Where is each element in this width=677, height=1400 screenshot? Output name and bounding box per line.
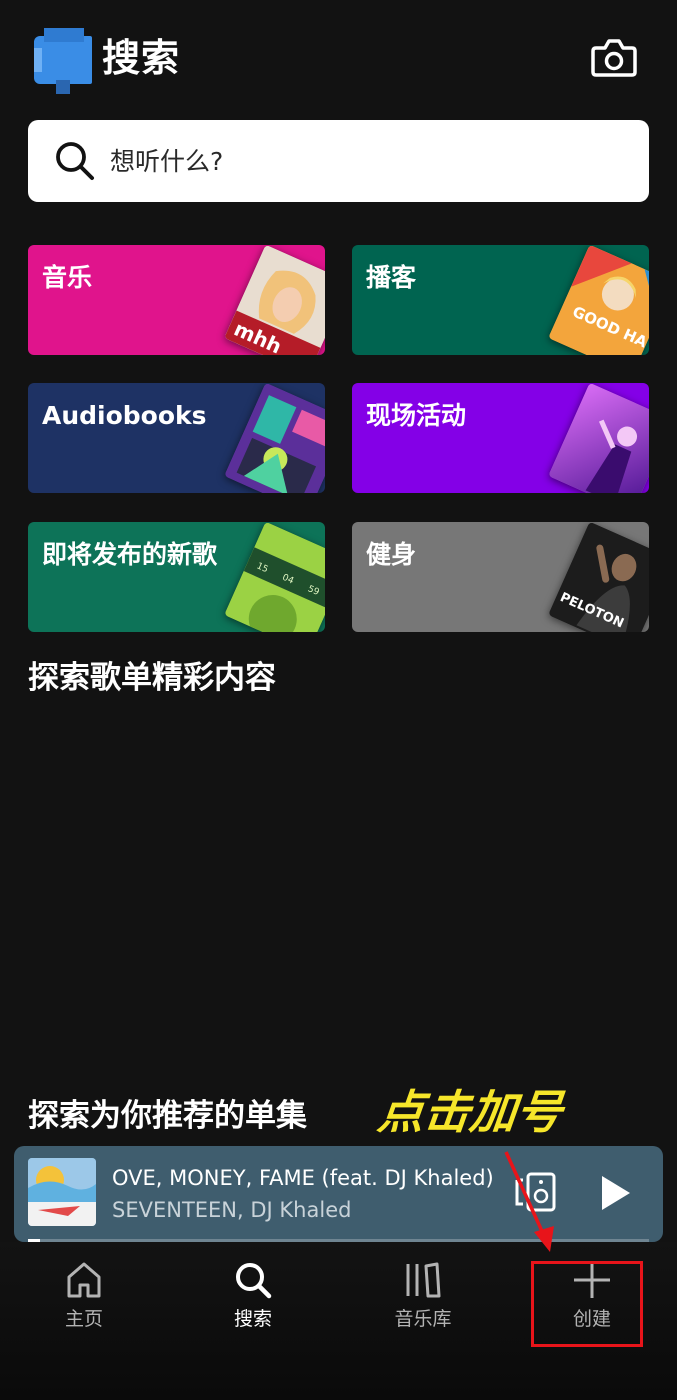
header: 搜索 [0,0,677,110]
track-artist: SEVENTEEN, DJ Khaled [112,1198,352,1222]
category-label: Audiobooks [42,401,207,430]
nav-item-home[interactable]: 主页 [24,1260,144,1350]
category-label: 现场活动 [366,401,467,430]
audiobooks-cover-image [224,383,325,493]
category-label: 播客 [366,263,417,292]
section-title-explore-playlists: 探索歌单精彩内容 [28,660,276,696]
nav-label-search: 搜索 [233,1308,272,1330]
category-tile-fitness[interactable]: 健身 PELOTON [352,522,649,632]
camera-icon[interactable] [590,36,638,80]
annotation-text: 点击加号 [375,1085,565,1139]
fitness-cover-image: PELOTON [548,522,649,632]
category-tile-new-releases[interactable]: 即将发布的新歌 15 04 59 [28,522,325,632]
annotation-highlight-box [531,1261,643,1347]
page-title: 搜索 [102,36,181,80]
section-title-explore-episodes: 探索为你推荐的单集 [28,1098,307,1134]
nav-label-library: 音乐库 [394,1308,452,1330]
profile-avatar-icon[interactable] [34,28,94,94]
track-title: OVE, MONEY, FAME (feat. DJ Khaled) [112,1166,494,1190]
search-icon [54,140,96,182]
category-tile-podcasts[interactable]: 播客 GOOD HANG [352,245,649,355]
nav-item-library[interactable]: 音乐库 [363,1260,483,1350]
new-releases-cover-image: 15 04 59 [224,522,325,632]
home-icon [67,1262,101,1298]
library-icon [406,1262,441,1298]
category-tile-music[interactable]: 音乐 mhh [28,245,325,355]
category-label: 音乐 [42,263,93,292]
category-label: 健身 [366,540,417,569]
search-bar[interactable] [28,120,649,202]
nav-label-home: 主页 [64,1308,103,1330]
category-tile-audiobooks[interactable]: Audiobooks [28,383,325,493]
search-icon [236,1263,272,1299]
album-cover-image [28,1158,96,1226]
podcast-cover-image: GOOD HANG [548,245,649,355]
search-input[interactable] [110,140,630,182]
category-label: 即将发布的新歌 [42,540,218,569]
play-icon[interactable] [592,1172,636,1214]
annotation-arrow-icon [504,1151,554,1252]
category-tile-live-events[interactable]: 现场活动 [352,383,649,493]
live-events-cover-image [548,383,649,493]
music-cover-image: mhh [224,245,325,355]
nav-item-search[interactable]: 搜索 [193,1260,313,1350]
